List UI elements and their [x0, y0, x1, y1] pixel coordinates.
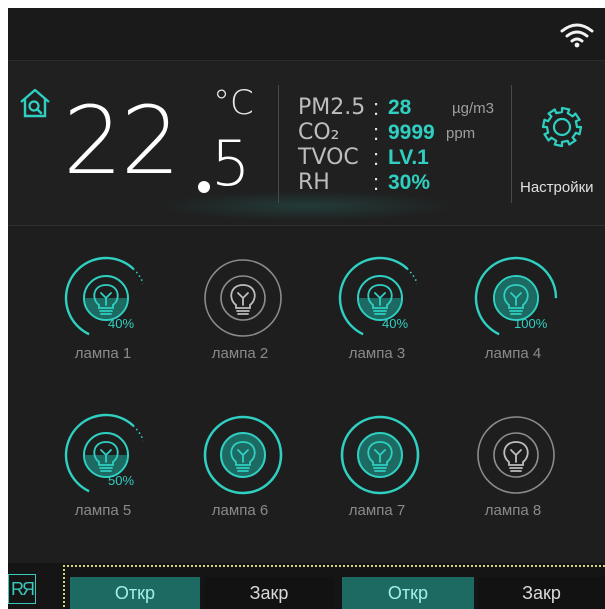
lamp-name: лампа 2 [211, 345, 269, 362]
lamp-3[interactable]: 40% лампа 3 [322, 253, 432, 373]
lamp-1[interactable]: 40% лампа 1 [48, 253, 158, 373]
home-icon[interactable] [18, 87, 52, 119]
lamp-name: лампа 6 [211, 502, 269, 519]
lamp-control[interactable] [198, 410, 288, 500]
sensor-unit-pm25: µg/m3 [452, 100, 494, 117]
lamp-5[interactable]: 50% лампа 5 [48, 410, 158, 530]
sensor-value-co2: 9999 [388, 121, 435, 144]
temperature-fraction: 5 [211, 127, 251, 200]
lamp-7[interactable]: лампа 7 [322, 410, 432, 530]
sensor-label-tvoc: TVOC [298, 145, 359, 170]
sensor-colon: : [373, 145, 380, 170]
lamp-name: лампа 7 [348, 502, 406, 519]
sensor-label-co2: CO₂ [298, 120, 340, 145]
lamp-control[interactable] [198, 253, 288, 343]
lamp-6[interactable]: лампа 6 [185, 410, 295, 530]
close-button-2[interactable]: Закр [478, 577, 605, 609]
sensor-colon: : [373, 170, 380, 195]
sensor-value-pm25: 28 [388, 96, 412, 119]
lamp-control[interactable] [61, 253, 151, 343]
device-screen: 22 5 °C PM2.5 : 28 µg/m3 CO₂ : 9999 ppm … [8, 8, 605, 609]
sensor-colon: : [373, 120, 380, 145]
lamp-4[interactable]: 100% лампа 4 [458, 253, 568, 373]
close-button-1[interactable]: Закр [204, 577, 334, 609]
divider [511, 85, 512, 203]
brightness-percent: 100% [514, 316, 548, 331]
lamp-name: лампа 5 [74, 502, 132, 519]
settings-button-label[interactable]: Настройки [520, 179, 594, 196]
sensor-value-rh: 30% [388, 171, 431, 194]
lamp-control[interactable] [335, 253, 425, 343]
status-bar [8, 8, 605, 60]
temperature-whole: 22 [63, 87, 181, 196]
sensor-colon: : [373, 95, 380, 120]
lamp-name: лампа 8 [484, 502, 542, 519]
brightness-percent: 50% [108, 473, 135, 488]
gear-icon[interactable] [540, 105, 584, 149]
ry-logo[interactable]: RЯ [8, 574, 36, 604]
lamp-control[interactable] [335, 410, 425, 500]
open-button-1[interactable]: Откр [70, 577, 200, 609]
lamp-8[interactable]: лампа 8 [458, 410, 568, 530]
sensor-value-tvoc: LV.1 [388, 146, 429, 169]
temperature-unit: °C [213, 83, 254, 123]
lamp-name: лампа 1 [74, 345, 132, 362]
lamp-control[interactable] [471, 410, 561, 500]
lamp-name: лампа 4 [484, 345, 542, 362]
lamp-2[interactable]: лампа 2 [185, 253, 295, 373]
divider [278, 85, 279, 203]
brightness-percent: 40% [108, 316, 135, 331]
brightness-percent: 40% [382, 316, 409, 331]
bulb-icon [230, 284, 256, 315]
open-button-2[interactable]: Откр [342, 577, 474, 609]
lamp-control[interactable] [61, 410, 151, 500]
lamp-name: лампа 3 [348, 345, 406, 362]
temperature-decimal-point [198, 181, 210, 193]
sensor-label-rh: RH [298, 170, 330, 195]
sensor-label-pm25: PM2.5 [298, 95, 366, 120]
panel-glow [158, 191, 458, 221]
climate-panel: 22 5 °C PM2.5 : 28 µg/m3 CO₂ : 9999 ppm … [8, 60, 605, 226]
bulb-icon [503, 441, 529, 472]
wifi-icon [560, 23, 594, 48]
sensor-unit-co2: ppm [446, 125, 476, 142]
